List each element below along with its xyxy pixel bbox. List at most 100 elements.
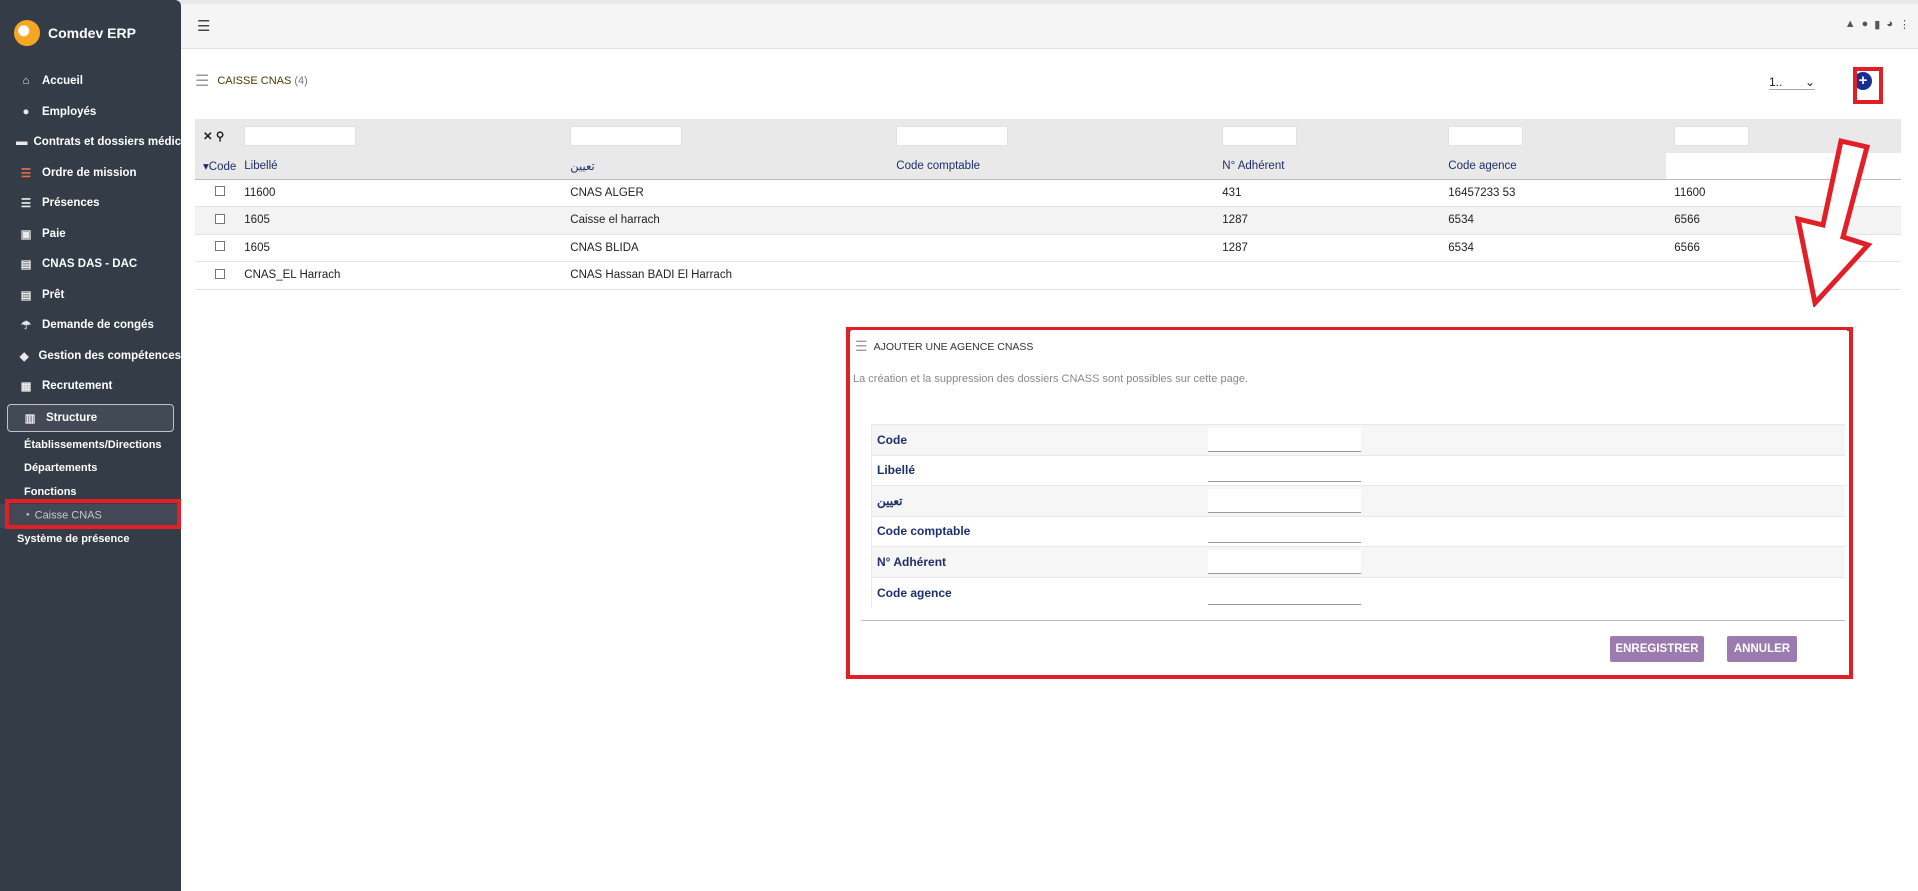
sidebar-item-pret[interactable]: ▤ Prêt (0, 280, 181, 311)
sidebar-item-label: CNAS DAS - DAC (42, 258, 138, 271)
sidebar-item-contrats[interactable]: ▬ Contrats et dossiers médic (0, 127, 181, 158)
sidebar-item-conges[interactable]: ☂ Demande de congés (0, 310, 181, 341)
form-row: Code comptable (871, 515, 1845, 547)
list-header: ☰ CAISSE CNAS (4) (195, 71, 308, 91)
clipboard-icon[interactable]: ▮ (1874, 18, 1880, 31)
topbar: ☰ ▲ ● ▮ ◕ ⋮ (181, 4, 1918, 49)
more-vert-icon[interactable]: ⋮ (1899, 18, 1910, 31)
sidebar-item-presences[interactable]: ☰ Présences (0, 188, 181, 219)
sidebar-item-label: Prêt (42, 288, 65, 301)
filter-cell (236, 119, 563, 153)
filter-input-taayin[interactable] (570, 126, 683, 146)
search-icon[interactable]: ⚲ (216, 131, 224, 143)
field-cell (1206, 576, 1845, 608)
sidebar-item-competences[interactable]: ◆ Gestion des compétences (0, 341, 181, 372)
sidebar-item-systeme-presence[interactable]: Système de présence (0, 528, 181, 552)
sidebar-item-label: Présences (42, 197, 100, 210)
adherent-input[interactable] (1207, 549, 1361, 574)
user-icon: ● (22, 105, 30, 118)
libelle-input[interactable] (1207, 458, 1361, 483)
add-agency-form: ☰ AJOUTER UNE AGENCE CNASS La création e… (851, 330, 1847, 675)
field-cell (1206, 515, 1845, 547)
modal-header: ☰ AJOUTER UNE AGENCE CNASS (855, 338, 1033, 355)
sidebar-item-ordre-de-mission[interactable]: ☰ Ordre de mission (0, 158, 181, 189)
filter-input-libelle[interactable] (244, 126, 357, 146)
col-header-code[interactable]: ▾Code (195, 153, 237, 180)
row-checkbox[interactable] (215, 268, 225, 279)
sidebar-item-label: Demande de congés (42, 319, 154, 332)
sidebar-item-label: Accueil (42, 75, 83, 88)
cell-code: 1605 (236, 234, 563, 262)
sidebar-item-accueil[interactable]: ⌂ Accueil (0, 66, 181, 97)
col-header-adherent[interactable]: N° Adhérent (1214, 153, 1441, 180)
sidebar-item-structure[interactable]: ▥ Structure (7, 403, 174, 432)
sidebar-subitem-etablissements[interactable]: Établissements/Directions (0, 434, 181, 458)
col-header-code-agence[interactable]: Code agence (1440, 153, 1667, 180)
cell-code: 1605 (236, 206, 563, 235)
save-button[interactable]: ENREGISTRER (1610, 636, 1704, 662)
badge-icon: ▦ (20, 381, 32, 394)
filter-cell (562, 119, 889, 153)
row-checkbox-cell (195, 234, 237, 262)
brand[interactable]: Comdev ERP (14, 20, 136, 46)
hamburger-menu-icon[interactable]: ☰ (197, 17, 210, 35)
code-agence-input[interactable] (1207, 580, 1361, 605)
umbrella-icon: ☂ (20, 320, 32, 333)
clear-filter-icon[interactable]: ✕ (203, 131, 213, 143)
code-comptable-input[interactable] (1207, 519, 1361, 544)
col-header-code-comptable[interactable]: Code comptable (888, 153, 1215, 180)
sidebar-item-cnas-das-dac[interactable]: ▤ CNAS DAS - DAC (0, 249, 181, 280)
filter-input-extra[interactable] (1674, 126, 1750, 146)
list-icon: ☰ (195, 73, 210, 90)
avatar[interactable]: ◕ (1886, 18, 1893, 31)
row-checkbox[interactable] (215, 241, 225, 252)
row-checkbox-cell (195, 179, 237, 207)
field-cell (1206, 424, 1845, 455)
modal-divider (861, 620, 1845, 621)
sidebar-item-paie[interactable]: ▣ Paie (0, 219, 181, 250)
col-header-libelle[interactable]: Libellé (236, 153, 563, 180)
table-row[interactable]: 11600 CNAS ALGER 431 16457233 53 11600 (195, 179, 1901, 207)
table-row[interactable]: 1605 Caisse el harrach 1287 6534 6566 (195, 206, 1901, 235)
cancel-button[interactable]: ANNULER (1727, 636, 1797, 662)
folder-icon: ▬ (16, 136, 28, 149)
form-row: Code (871, 424, 1845, 455)
highlight-caisse-cnas (5, 499, 181, 529)
highlight-add-button (1853, 67, 1883, 104)
sidebar-item-label: Recrutement (42, 380, 113, 393)
cell-code-agence: 16457233 53 (1440, 179, 1667, 207)
field-cell (1206, 546, 1845, 577)
taayin-input[interactable] (1207, 488, 1361, 513)
col-header-taayin[interactable]: تعيين (562, 153, 889, 180)
sidebar-item-employes[interactable]: ● Employés (0, 97, 181, 128)
filter-input-code-agence[interactable] (1448, 126, 1524, 146)
sidebar-item-recrutement[interactable]: ▦ Recrutement (0, 371, 181, 402)
field-label-code-agence: Code agence (871, 576, 1207, 608)
header-row: ▾Code Libellé تعيين Code comptable N° Ad… (195, 153, 1901, 180)
sidebar-item-label: Gestion des compétences (38, 349, 181, 362)
field-label-taayin: تعيين (871, 485, 1207, 516)
cell-code: 11600 (236, 179, 563, 207)
field-label-code-comptable: Code comptable (871, 515, 1207, 547)
table-row[interactable]: CNAS_EL Harrach CNAS Hassan BADI El Harr… (195, 261, 1901, 290)
sidebar-subitem-departements[interactable]: Départements (0, 457, 181, 481)
filter-input-code-comptable[interactable] (896, 126, 1009, 146)
row-checkbox[interactable] (215, 186, 225, 197)
chat-icon[interactable]: ● (1862, 18, 1869, 31)
code-input[interactable] (1207, 427, 1361, 452)
cell-libelle: Caisse el harrach (562, 206, 889, 235)
modal-description: La création et la suppression des dossie… (853, 373, 1248, 385)
notification-icon[interactable]: ▲ (1845, 18, 1856, 31)
pager-select[interactable]: 1.. ⌄ (1769, 75, 1815, 90)
sidebar-item-label: Contrats et dossiers médic (33, 136, 182, 149)
money-icon: ▣ (20, 228, 32, 241)
row-checkbox[interactable] (215, 213, 225, 224)
filter-cell (1214, 119, 1441, 153)
cell-adherent: 431 (1214, 179, 1441, 207)
arrow-down-icon (1794, 137, 1873, 307)
table-row[interactable]: 1605 CNAS BLIDA 1287 6534 6566 (195, 234, 1901, 262)
field-cell (1206, 485, 1845, 516)
document-icon: ▤ (20, 289, 32, 302)
filter-cell (888, 119, 1215, 153)
filter-input-adherent[interactable] (1222, 126, 1298, 146)
